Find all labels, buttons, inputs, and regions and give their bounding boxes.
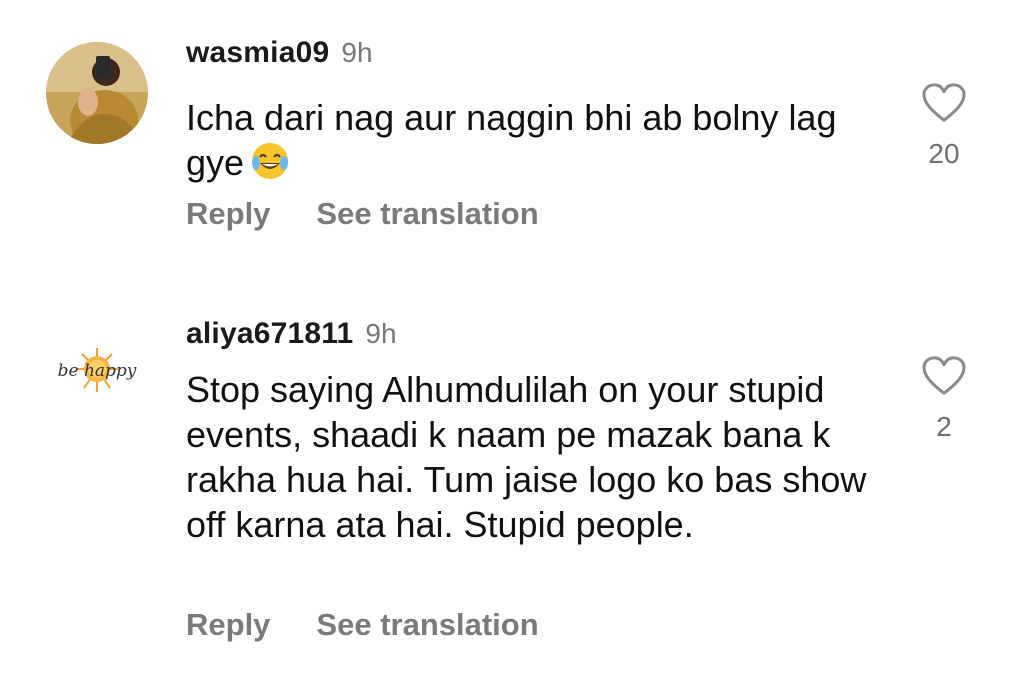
be-happy-logo-text: be happy	[58, 361, 137, 381]
reply-button[interactable]: Reply	[186, 607, 270, 643]
like-count: 2	[936, 411, 952, 442]
comment-header: aliya671811 9h	[186, 317, 397, 351]
comment-item: be happy aliya671811 9h Stop saying Alhu…	[0, 0, 1024, 673]
username[interactable]: aliya671811	[186, 317, 353, 351]
comment-text-content: Stop saying Alhumdulilah on your stupid …	[186, 369, 867, 545]
like-column: 2	[900, 355, 988, 443]
avatar[interactable]: be happy	[46, 318, 148, 420]
heart-icon[interactable]	[921, 355, 967, 397]
comment-text: Stop saying Alhumdulilah on your stupid …	[186, 367, 886, 547]
comment-actions: Reply See translation	[186, 607, 539, 643]
timestamp: 9h	[365, 318, 397, 349]
see-translation-button[interactable]: See translation	[316, 607, 538, 643]
be-happy-logo-icon: be happy	[46, 318, 148, 420]
